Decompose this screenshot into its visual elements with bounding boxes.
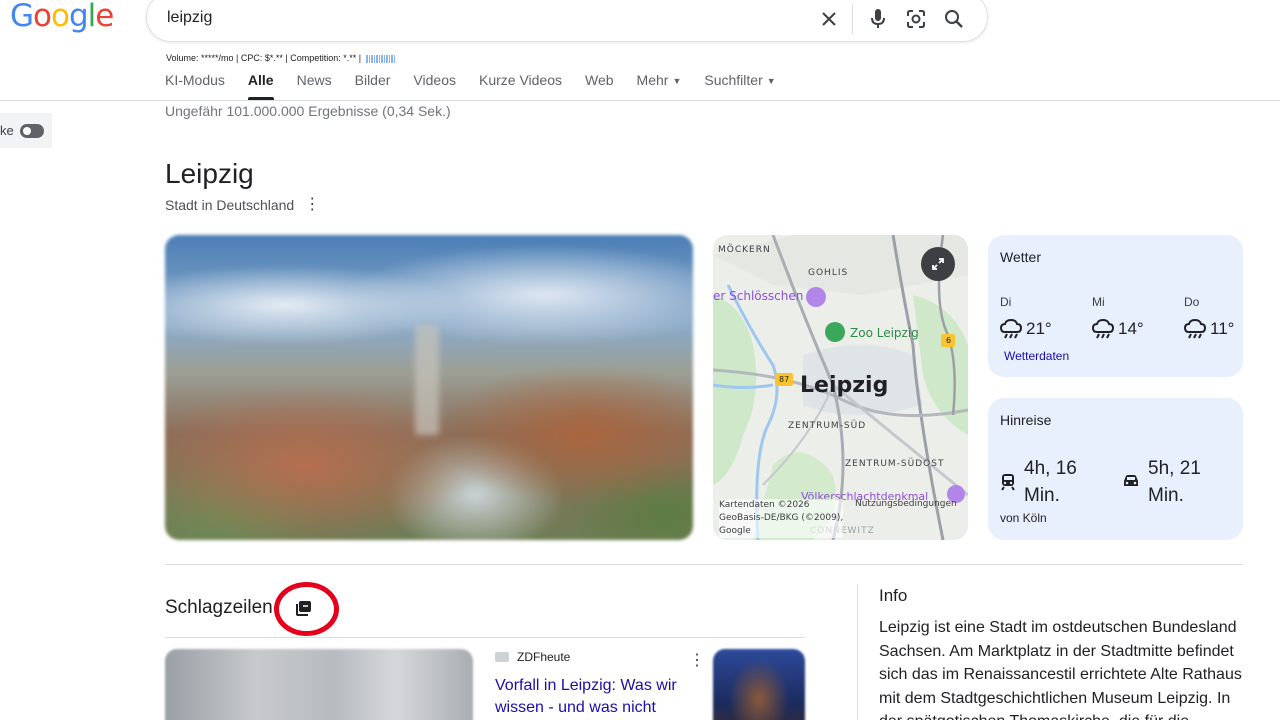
info-divider bbox=[857, 584, 858, 720]
weather-entry: 21° bbox=[1000, 319, 1052, 339]
more-options-icon[interactable]: ⋮ bbox=[689, 650, 705, 670]
rain-cloud-icon bbox=[1184, 319, 1206, 339]
search-input[interactable] bbox=[167, 9, 767, 27]
road-number-6: 6 bbox=[946, 336, 952, 345]
tab-alle[interactable]: Alle bbox=[247, 72, 274, 100]
logo-letter: o bbox=[33, 0, 52, 34]
car-option[interactable]: 5h, 21 Min. bbox=[1122, 455, 1214, 509]
news-source-row: ZDFheute bbox=[495, 650, 570, 664]
lens-camera-icon[interactable] bbox=[897, 4, 935, 34]
rain-cloud-icon bbox=[1092, 319, 1114, 339]
train-icon bbox=[1001, 474, 1015, 491]
map-label-city: Leipzig bbox=[800, 373, 889, 398]
microphone-icon[interactable] bbox=[859, 4, 897, 34]
map-label-zentrum-suedost: ZENTRUM-SÜDOST bbox=[845, 459, 945, 469]
map-terms-link[interactable]: Nutzungsbedingungen bbox=[855, 499, 957, 509]
road-number-87: 87 bbox=[779, 375, 790, 384]
highlight-circle bbox=[274, 582, 339, 636]
knowledge-subtitle: Stadt in Deutschland bbox=[165, 197, 295, 213]
tab-ki-modus[interactable]: KI-Modus bbox=[165, 72, 225, 100]
logo-letter: g bbox=[68, 0, 89, 34]
logo-letter: e bbox=[95, 0, 114, 34]
weather-entry: 14° bbox=[1092, 319, 1144, 339]
search-actions bbox=[810, 4, 973, 34]
search-box[interactable] bbox=[146, 0, 988, 42]
city-map[interactable]: MÖCKERN GOHLIS er Schlösschen Zoo Leipzi… bbox=[713, 235, 968, 540]
tab-mehr-label: Mehr bbox=[636, 72, 669, 88]
tab-suchfilter-label: Suchfilter bbox=[704, 72, 763, 88]
source-logo bbox=[495, 652, 509, 662]
tab-videos[interactable]: Videos bbox=[413, 72, 456, 100]
weather-day: Do bbox=[1184, 295, 1200, 309]
knowledge-title: Leipzig bbox=[165, 158, 254, 189]
train-option[interactable]: 4h, 16 Min. bbox=[1000, 455, 1090, 509]
map-attribution: Kartendaten ©2026 GeoBasis-DE/BKG (©2009… bbox=[719, 499, 844, 538]
map-label-gohlis: GOHLIS bbox=[808, 268, 849, 278]
map-label-zoo: Zoo Leipzig bbox=[850, 326, 919, 340]
travel-card[interactable]: Hinreise 4h, 16 Min. 5h, 21 Min. von Köl… bbox=[988, 398, 1243, 540]
chevron-down-icon: ▼ bbox=[766, 76, 776, 86]
header-divider bbox=[0, 100, 1280, 101]
headlines-divider bbox=[165, 637, 805, 638]
search-tabs: KI-Modus Alle News Bilder Videos Kurze V… bbox=[165, 72, 799, 100]
tab-bilder[interactable]: Bilder bbox=[355, 72, 391, 100]
headlines-title: Schlagzeilen bbox=[165, 597, 273, 618]
chevron-down-icon: ▼ bbox=[672, 76, 682, 86]
tab-kurze-videos[interactable]: Kurze Videos bbox=[479, 72, 562, 100]
search-icon[interactable] bbox=[935, 4, 973, 34]
knowledge-subtitle-row: Stadt in Deutschland ⋮ bbox=[165, 197, 320, 214]
travel-origin: von Köln bbox=[1000, 511, 1047, 525]
city-photo[interactable] bbox=[165, 235, 693, 540]
weather-card[interactable]: Wetter Di Mi Do 21° 14° 11° Wetterdaten bbox=[988, 235, 1243, 377]
travel-title: Hinreise bbox=[1000, 412, 1052, 428]
tab-mehr[interactable]: Mehr ▼ bbox=[637, 72, 682, 100]
weather-temp: 11° bbox=[1210, 319, 1235, 338]
side-toggle-label: ke bbox=[0, 123, 14, 138]
news-thumbnail[interactable] bbox=[165, 649, 473, 720]
car-icon bbox=[1124, 475, 1138, 486]
side-toggle-panel: ke bbox=[0, 113, 52, 148]
weather-entry: 11° bbox=[1184, 319, 1234, 339]
info-description: Leipzig ist eine Stadt im ostdeutschen B… bbox=[879, 619, 1242, 720]
seo-metrics-text: Volume: *****/mo | CPC: $*.** | Competit… bbox=[166, 53, 362, 63]
info-title: Info bbox=[879, 586, 908, 605]
weather-temp: 14° bbox=[1118, 319, 1144, 338]
map-label-zentrum-sued: ZENTRUM-SÜD bbox=[788, 421, 867, 431]
clear-icon[interactable] bbox=[810, 4, 848, 34]
tab-web[interactable]: Web bbox=[585, 72, 614, 100]
expand-map-icon[interactable] bbox=[921, 247, 955, 281]
weather-temp: 21° bbox=[1026, 319, 1052, 338]
tab-suchfilter[interactable]: Suchfilter ▼ bbox=[704, 72, 775, 100]
weather-data-link[interactable]: Wetterdaten bbox=[1004, 349, 1069, 363]
google-logo[interactable]: Google bbox=[10, 0, 114, 34]
car-duration: 5h, 21 Min. bbox=[1148, 458, 1201, 506]
toggle-switch[interactable] bbox=[19, 123, 44, 138]
rain-cloud-icon bbox=[1000, 319, 1022, 339]
seo-extension-bar: Volume: *****/mo | CPC: $*.** | Competit… bbox=[166, 53, 396, 63]
weather-day: Mi bbox=[1092, 295, 1105, 309]
seo-trend-bars bbox=[366, 54, 396, 63]
map-label-schloesschen: er Schlösschen bbox=[713, 289, 804, 303]
weather-title: Wetter bbox=[1000, 249, 1041, 265]
map-label-moeckern: MÖCKERN bbox=[718, 245, 771, 255]
logo-letter: o bbox=[51, 0, 70, 34]
search-divider bbox=[852, 4, 853, 34]
weather-day: Di bbox=[1000, 295, 1012, 309]
news-thumbnail[interactable] bbox=[713, 649, 805, 720]
news-article-title[interactable]: Vorfall in Leipzig: Was wir wissen - und… bbox=[495, 675, 695, 719]
train-duration: 4h, 16 Min. bbox=[1024, 458, 1077, 506]
news-source-name: ZDFheute bbox=[517, 650, 571, 664]
logo-letter: G bbox=[10, 0, 34, 34]
results-count: Ungefähr 101.000.000 Ergebnisse (0,34 Se… bbox=[165, 103, 451, 119]
tab-news[interactable]: News bbox=[297, 72, 332, 100]
more-options-icon[interactable]: ⋮ bbox=[304, 197, 320, 213]
section-divider bbox=[165, 564, 1243, 565]
